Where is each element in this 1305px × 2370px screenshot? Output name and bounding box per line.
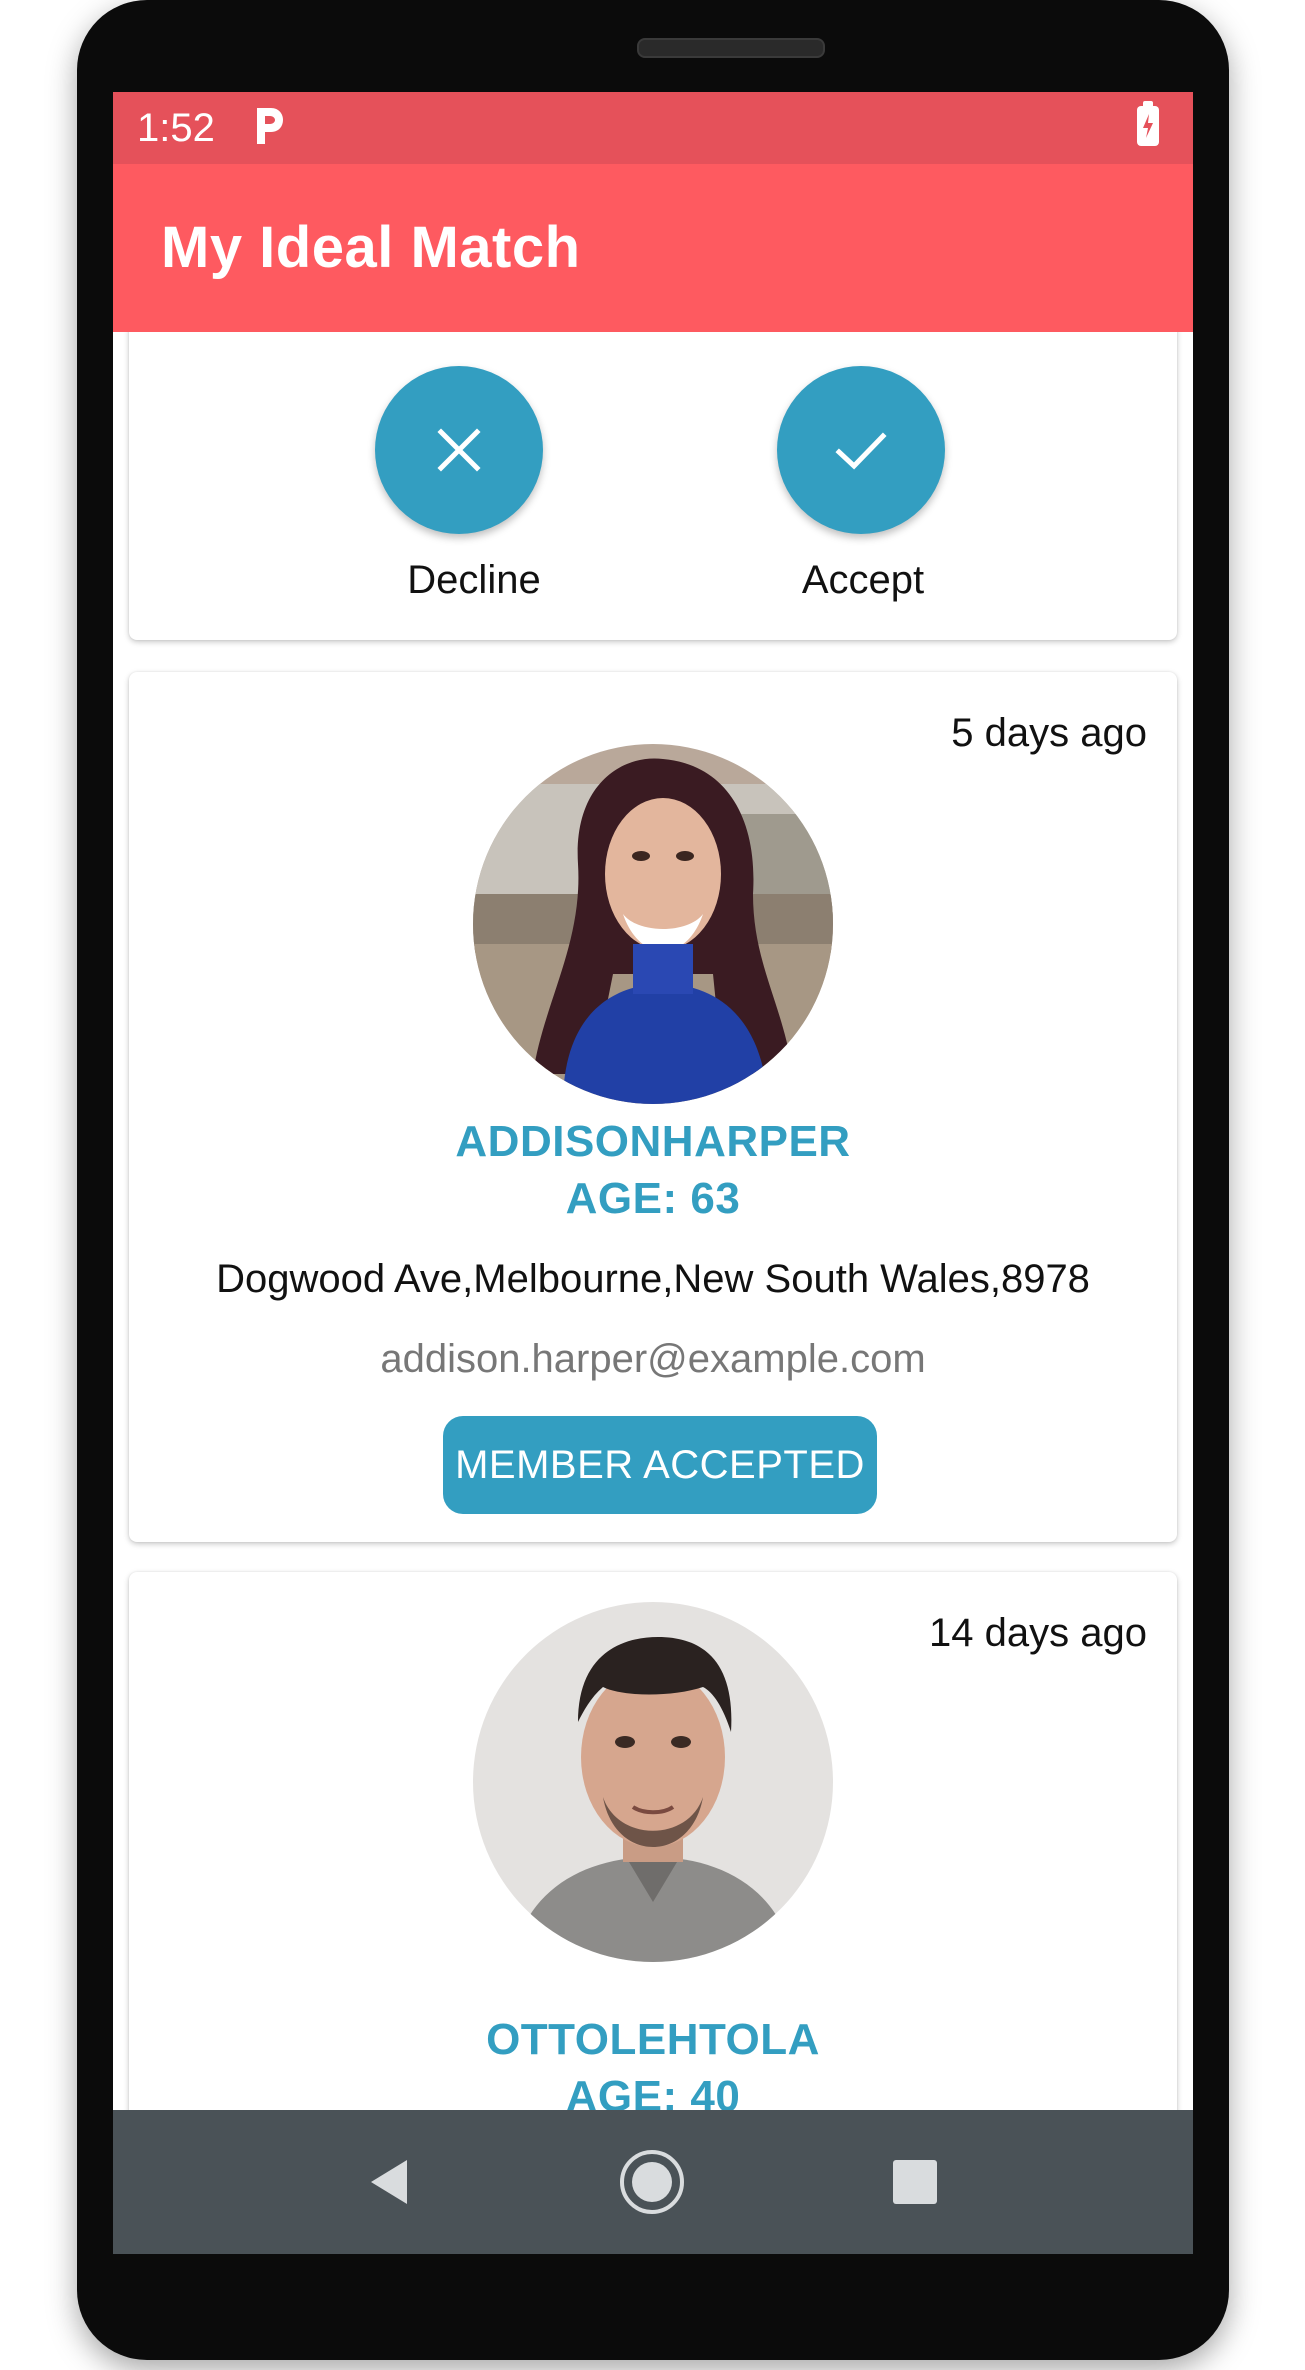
accept-button[interactable] xyxy=(777,366,945,534)
home-circle-icon xyxy=(620,2150,684,2214)
action-card: Decline Accept xyxy=(129,332,1177,640)
member-age: AGE: 40 xyxy=(565,2072,741,2112)
avatar xyxy=(473,1602,833,1962)
member-card: 14 days ago OTTOLEHTOLA AGE: 40 xyxy=(129,1572,1177,2112)
member-card: 5 days ago ADDISONHARPER AGE: 63 Dogwood… xyxy=(129,672,1177,1542)
battery-charging-icon xyxy=(1137,101,1159,146)
accept-label: Accept xyxy=(801,558,925,602)
app-title: My Ideal Match xyxy=(161,215,581,280)
status-bar: 1:52 xyxy=(113,92,1193,164)
member-email[interactable]: addison.harper@example.com xyxy=(129,1334,1177,1384)
member-address: Dogwood Ave,Melbourne,New South Wales,89… xyxy=(216,1257,1090,1301)
decline-button[interactable] xyxy=(375,366,543,534)
time-ago: 5 days ago xyxy=(951,711,1147,755)
parking-icon xyxy=(251,106,285,146)
home-button[interactable] xyxy=(616,2146,688,2218)
close-icon xyxy=(437,428,481,472)
recents-square-icon xyxy=(893,2160,937,2204)
avatar xyxy=(473,744,833,1104)
app-bar: My Ideal Match xyxy=(113,164,1193,332)
recents-button[interactable] xyxy=(879,2146,951,2218)
member-accepted-button[interactable]: MEMBER ACCEPTED xyxy=(443,1416,877,1514)
member-age: AGE: 63 xyxy=(565,1174,741,1223)
back-triangle-icon xyxy=(371,2160,407,2204)
speaker-grille xyxy=(637,38,825,58)
time-ago: 14 days ago xyxy=(929,1611,1147,1655)
member-name: ADDISONHARPER xyxy=(455,1117,851,1166)
match-list[interactable]: Decline Accept 5 days ago ADDISONHARPER … xyxy=(113,332,1193,2112)
status-time: 1:52 xyxy=(137,106,215,150)
member-name: OTTOLEHTOLA xyxy=(486,2015,820,2064)
navigation-bar xyxy=(113,2110,1193,2254)
decline-label: Decline xyxy=(407,558,541,602)
back-button[interactable] xyxy=(355,2146,427,2218)
check-icon xyxy=(835,432,887,470)
device-screen: 1:52 My Ideal Match Decline Accept 5 day… xyxy=(113,92,1193,2254)
